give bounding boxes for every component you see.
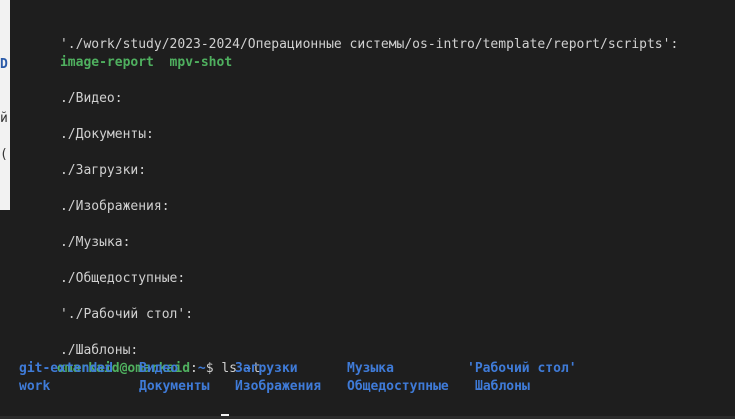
scripts-directory-listing: image-report mpv-shot — [13, 36, 232, 70]
background-window-glyph: ( — [0, 147, 8, 162]
directory-label: ./Видео: — [59, 91, 123, 106]
list-item: 'Рабочий стол' — [467, 361, 577, 376]
directory-label: ./Документы: — [59, 127, 154, 142]
list-item: Загрузки — [235, 361, 298, 376]
ls-output-row: work Документы Изображения Общедоступные… — [10, 378, 730, 396]
directory-label: ./Музыка: — [59, 235, 131, 250]
directory-header-documents: ./Документы: — [13, 108, 154, 142]
command-line: omarkaid@omarkaid:~$ ls -t — [10, 342, 261, 376]
directory-label: ./Изображения: — [59, 199, 170, 214]
file-entry: mpv-shot — [169, 55, 233, 70]
list-item: Документы — [139, 379, 210, 394]
directory-header-desktop: './Рабочий стол': — [13, 288, 193, 322]
list-item: Шаблоны — [475, 379, 530, 394]
file-entry: image-report — [59, 55, 154, 70]
list-item: Общедоступные — [347, 379, 449, 394]
directory-header-templates: ./Шаблоны: — [13, 324, 138, 358]
directory-label: ./Загрузки: — [59, 163, 147, 178]
directory-header-downloads: ./Загрузки: — [13, 144, 146, 178]
list-item: git-extended — [19, 361, 113, 376]
directory-header-public: ./Общедоступные: — [13, 252, 185, 286]
list-item: Видео — [139, 361, 179, 376]
directory-header-pictures: ./Изображения: — [13, 180, 170, 214]
terminal-output[interactable]: './work/study/2023-2024/Операционные сис… — [10, 0, 735, 419]
background-window-glyph: D — [0, 57, 8, 72]
list-item: Изображения — [235, 379, 322, 394]
ls-output-row: git-extended Видео Загрузки Музыка 'Рабо… — [10, 360, 730, 378]
directory-header-music: ./Музыка: — [13, 216, 130, 250]
directory-label: './Рабочий стол': — [59, 307, 194, 322]
background-window-glyph: й — [0, 111, 8, 126]
scripts-directory-header: './work/study/2023-2024/Операционные сис… — [13, 18, 678, 52]
directory-header-video: ./Видео: — [13, 72, 123, 106]
list-item: Музыка — [347, 361, 394, 376]
list-item: work — [19, 379, 51, 394]
active-prompt-line[interactable]: omarkaid@omarkaid:~$ — [10, 396, 230, 419]
directory-label: ./Общедоступные: — [59, 271, 186, 286]
desktop-screen: D й ( './work/study/2023-2024/Операционн… — [0, 0, 735, 419]
